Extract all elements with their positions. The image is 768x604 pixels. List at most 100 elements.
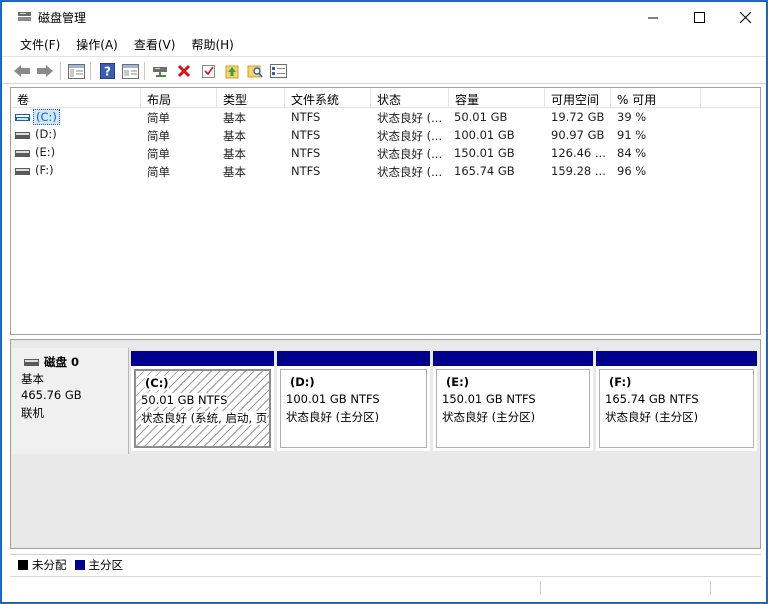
console-tree-button[interactable] [66, 61, 86, 81]
partition-c[interactable]: (C:) 50.01 GB NTFS 状态良好 (系统, 启动, 页 [131, 351, 274, 451]
check-button[interactable] [198, 61, 218, 81]
volume-percent-free: 91 % [617, 128, 647, 142]
volume-layout: 简单 [147, 129, 170, 143]
partition-body: (D:) 100.01 GB NTFS 状态良好 (主分区) [280, 369, 427, 448]
volume-percent-free: 84 % [617, 146, 647, 160]
close-button[interactable] [722, 2, 766, 32]
disk-graphical-view: 磁盘 0 基本 465.76 GB 联机 (C:) 50.01 GB NTFS … [10, 339, 761, 549]
search-folder-icon [247, 65, 263, 78]
volume-percent-free: 39 % [617, 110, 647, 124]
volume-layout: 简单 [147, 165, 170, 179]
up-folder-button[interactable] [222, 61, 242, 81]
primary-partition-bar [596, 351, 757, 366]
volume-list: 卷 布局 类型 文件系统 状态 容量 可用空间 % 可用 (C:) 简单 基本 … [10, 87, 761, 335]
disk-size: 465.76 GB [21, 388, 82, 402]
disk-icon [24, 359, 39, 366]
volume-filesystem: NTFS [291, 146, 321, 160]
toolbar-separator [60, 62, 61, 80]
column-header-percent-free[interactable]: % 可用 [611, 88, 701, 108]
volume-row[interactable]: (F:) 简单 基本 NTFS 状态良好 (... 165.74 GB 159.… [11, 163, 760, 181]
toolbar-separator [144, 62, 145, 80]
column-header-type[interactable]: 类型 [217, 88, 285, 108]
partition-size: 150.01 GB NTFS [442, 392, 536, 406]
menu-file[interactable]: 文件(F) [12, 33, 68, 55]
menu-bar: 文件(F) 操作(A) 查看(V) 帮助(H) [2, 33, 766, 55]
volume-percent-free: 96 % [617, 164, 647, 178]
partition-e[interactable]: (E:) 150.01 GB NTFS 状态良好 (主分区) [433, 351, 593, 451]
maximize-button[interactable] [676, 2, 722, 32]
connect-disk-button[interactable] [151, 61, 171, 81]
primary-partition-bar [131, 351, 274, 366]
minimize-icon [647, 17, 658, 18]
menu-view[interactable]: 查看(V) [126, 33, 184, 55]
partition-status: 状态良好 (主分区) [605, 410, 699, 424]
status-divider [710, 581, 711, 595]
disk-management-window: 磁盘管理 文件(F) 操作(A) 查看(V) 帮助(H) ? 卷 布局 类型 文… [1, 1, 767, 603]
partition-name: (C:) [145, 376, 169, 390]
legend-swatch-primary [74, 559, 85, 570]
search-folder-button[interactable] [245, 61, 265, 81]
toolbar: ? [2, 56, 766, 84]
volume-type: 基本 [223, 147, 246, 161]
console-tree-icon [67, 63, 85, 79]
partition-size: 100.01 GB NTFS [286, 392, 380, 406]
connect-disk-icon [153, 67, 167, 77]
properties-list-button[interactable] [268, 61, 288, 81]
help-icon: ? [99, 63, 115, 79]
minimize-button[interactable] [630, 2, 676, 32]
column-header-volume[interactable]: 卷 [11, 88, 141, 108]
volume-type: 基本 [223, 111, 246, 125]
volume-filesystem: NTFS [291, 164, 321, 178]
volume-status: 状态良好 (... [377, 165, 443, 179]
volume-filesystem: NTFS [291, 110, 321, 124]
status-bar [10, 576, 761, 596]
disk-0-label[interactable]: 磁盘 0 基本 465.76 GB 联机 [12, 348, 129, 454]
volume-capacity: 50.01 GB [454, 110, 508, 124]
forward-button[interactable] [35, 61, 55, 81]
column-header-free-space[interactable]: 可用空间 [545, 88, 611, 108]
menu-action[interactable]: 操作(A) [68, 33, 126, 55]
volume-drive-icon [15, 114, 30, 121]
up-folder-icon [225, 65, 239, 79]
column-header-filler [701, 88, 760, 108]
disk-state: 联机 [21, 406, 44, 420]
primary-partition-bar [433, 351, 593, 366]
column-header-filesystem[interactable]: 文件系统 [285, 88, 371, 108]
delete-button[interactable] [174, 61, 194, 81]
partition-status: 状态良好 (主分区) [442, 410, 536, 424]
disk-name: 磁盘 0 [44, 355, 80, 369]
legend-unallocated: 未分配 [18, 557, 67, 573]
column-header-capacity[interactable]: 容量 [449, 88, 545, 108]
partition-d[interactable]: (D:) 100.01 GB NTFS 状态良好 (主分区) [277, 351, 430, 451]
legend: 未分配 主分区 [10, 554, 761, 574]
close-icon [739, 11, 751, 23]
volume-name: (D:) [35, 127, 57, 141]
volume-layout: 简单 [147, 147, 170, 161]
properties-button[interactable] [120, 61, 140, 81]
menu-help[interactable]: 帮助(H) [183, 33, 241, 55]
volume-row[interactable]: (D:) 简单 基本 NTFS 状态良好 (... 100.01 GB 90.9… [11, 127, 760, 145]
back-button[interactable] [12, 61, 32, 81]
legend-label: 未分配 [32, 557, 67, 572]
volume-free-space: 19.72 GB [551, 110, 605, 124]
check-icon [201, 64, 215, 78]
window-title: 磁盘管理 [38, 11, 87, 25]
partition-f[interactable]: (F:) 165.74 GB NTFS 状态良好 (主分区) [596, 351, 757, 451]
volume-name: (F:) [35, 163, 54, 177]
title-bar: 磁盘管理 [2, 2, 766, 32]
partition-name: (D:) [290, 375, 315, 389]
volume-row[interactable]: (C:) 简单 基本 NTFS 状态良好 (... 50.01 GB 19.72… [11, 109, 760, 127]
volume-status: 状态良好 (... [377, 111, 443, 125]
back-arrow-icon [14, 65, 30, 77]
help-button[interactable]: ? [97, 61, 117, 81]
legend-swatch-unallocated [18, 559, 28, 570]
volume-drive-icon [15, 168, 30, 175]
legend-primary: 主分区 [74, 557, 123, 573]
partition-body: (E:) 150.01 GB NTFS 状态良好 (主分区) [436, 369, 590, 448]
primary-partition-bar [277, 351, 430, 366]
column-header-layout[interactable]: 布局 [141, 88, 217, 108]
disk-management-app-icon [18, 12, 31, 21]
disk-kind: 基本 [21, 372, 44, 386]
column-header-status[interactable]: 状态 [371, 88, 449, 108]
volume-row[interactable]: (E:) 简单 基本 NTFS 状态良好 (... 150.01 GB 126.… [11, 145, 760, 163]
